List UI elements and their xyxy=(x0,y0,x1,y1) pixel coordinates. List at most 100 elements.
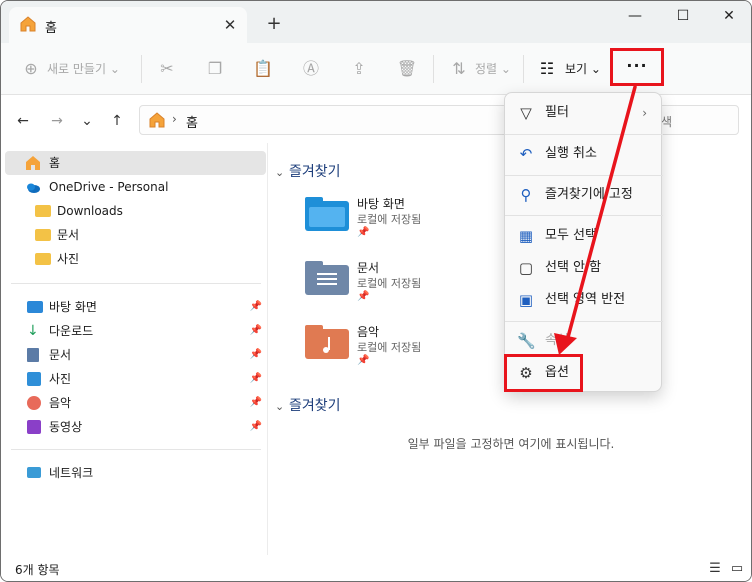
sidebar-item-label: 다운로드 xyxy=(49,324,94,338)
menu-item-label: 필터 xyxy=(545,105,569,120)
breadcrumb-chevron-icon: › xyxy=(172,112,177,126)
favorite-title: 음악 xyxy=(357,325,380,339)
menu-item-invert-selection[interactable]: ▣ 선택 영역 반전 xyxy=(509,284,659,316)
new-tab-button[interactable]: + xyxy=(263,13,285,35)
breadcrumb-home[interactable]: 홈 xyxy=(186,112,198,131)
chevron-down-icon: ⌄ xyxy=(275,166,285,179)
sidebar-item-onedrive[interactable]: OneDrive - Personal xyxy=(5,175,266,199)
see-more-menu: ▽ 필터 › ↶ 실행 취소 ⚲ 즐겨찾기에 고정 ▦ 모두 선택 ▢ 선택 안… xyxy=(504,92,663,392)
new-button[interactable]: 새로 만들기 ⌄ xyxy=(47,57,120,81)
menu-item-label: 선택 영역 반전 xyxy=(545,292,626,307)
home-icon xyxy=(20,16,36,32)
navigation-pane: 홈 OneDrive - Personal Downloads 문서 사진 바탕… xyxy=(1,143,268,555)
sidebar-item-pictures[interactable]: 사진 📌 xyxy=(5,367,266,391)
sort-icon: ⇅ xyxy=(452,59,466,78)
search-placeholder: 색 xyxy=(660,115,672,129)
sidebar-item-label: 홈 xyxy=(49,156,61,170)
filter-icon: ▽ xyxy=(520,104,532,122)
sidebar-item-pictures-folder[interactable]: 사진 xyxy=(5,247,266,271)
favorite-item-desktop[interactable]: 바탕 화면 로컬에 저장됨 📌 xyxy=(305,193,505,245)
sidebar-item-label: 음악 xyxy=(49,396,72,410)
sidebar-item-network[interactable]: 네트워크 xyxy=(5,461,266,485)
chevron-right-icon: › xyxy=(642,106,647,120)
sidebar-item-label: 동영상 xyxy=(49,420,83,434)
menu-divider xyxy=(505,215,663,216)
network-icon xyxy=(27,467,41,478)
menu-item-undo[interactable]: ↶ 실행 취소 xyxy=(509,138,659,170)
menu-divider xyxy=(505,134,663,135)
favorite-title: 바탕 화면 xyxy=(357,197,405,211)
sidebar-item-label: OneDrive - Personal xyxy=(49,180,169,194)
view-label: 보기 xyxy=(565,62,588,76)
menu-item-select-all[interactable]: ▦ 모두 선택 xyxy=(509,220,659,252)
pin-icon: 📌 xyxy=(249,301,262,312)
section-title: 즐겨찾기 xyxy=(289,398,341,414)
details-view-icon[interactable]: ☰ xyxy=(707,561,723,577)
chevron-down-icon: ⌄ xyxy=(275,400,285,413)
share-icon[interactable]: ⇪ xyxy=(347,57,371,81)
forward-arrow-icon[interactable]: → xyxy=(47,111,67,131)
menu-item-label: 즐겨찾기에 고정 xyxy=(545,187,633,202)
picture-icon xyxy=(27,372,41,386)
menu-item-select-none[interactable]: ▢ 선택 안 함 xyxy=(509,252,659,284)
sidebar-item-music[interactable]: 음악 📌 xyxy=(5,391,266,415)
sort-button[interactable]: 정렬 ⌄ xyxy=(475,57,511,81)
copy-icon[interactable]: ❐ xyxy=(203,57,227,81)
sidebar-item-downloads[interactable]: ↓ 다운로드 📌 xyxy=(5,319,266,343)
tab-title: 홈 xyxy=(45,21,57,36)
favorite-title: 문서 xyxy=(357,261,380,275)
desktop-folder-icon xyxy=(305,197,349,231)
delete-icon[interactable]: 🗑 xyxy=(395,57,419,81)
document-icon xyxy=(27,348,39,362)
sidebar-item-documents-folder[interactable]: 문서 xyxy=(5,223,266,247)
rename-icon[interactable]: Ⓐ xyxy=(299,57,323,81)
maximize-button[interactable]: ☐ xyxy=(659,1,707,31)
see-more-highlight-box xyxy=(610,48,664,86)
status-bar: 6개 항목 ☰ ▭ xyxy=(1,555,751,581)
sidebar-item-label: Downloads xyxy=(57,204,123,218)
sidebar-item-desktop[interactable]: 바탕 화면 📌 xyxy=(5,295,266,319)
sidebar-item-documents[interactable]: 문서 📌 xyxy=(5,343,266,367)
tab-close-icon[interactable]: ✕ xyxy=(219,14,241,36)
sidebar-item-label: 문서 xyxy=(57,228,80,242)
minimize-button[interactable]: — xyxy=(611,1,659,31)
favorite-status: 로컬에 저장됨 xyxy=(357,213,422,226)
favorite-status: 로컬에 저장됨 xyxy=(357,277,422,290)
undo-icon: ↶ xyxy=(519,145,533,163)
favorite-item-documents[interactable]: 문서 로컬에 저장됨 📌 xyxy=(305,257,505,309)
pin-icon: 📌 xyxy=(249,325,262,336)
menu-item-pin-to-quick-access[interactable]: ⚲ 즐겨찾기에 고정 xyxy=(509,179,659,211)
view-button[interactable]: 보기 ⌄ xyxy=(565,57,601,81)
section-title: 즐겨찾기 xyxy=(289,164,341,180)
pin-icon: 📌 xyxy=(357,227,370,238)
favorite-item-music[interactable]: 음악 로컬에 저장됨 📌 xyxy=(305,321,505,373)
sidebar-item-label: 문서 xyxy=(49,348,72,362)
sidebar-item-home[interactable]: 홈 xyxy=(5,151,266,175)
menu-item-filter[interactable]: ▽ 필터 › xyxy=(509,97,659,129)
pin-icon: 📌 xyxy=(357,355,370,366)
favorites-section-header[interactable]: ⌄ 즐겨찾기 xyxy=(275,161,341,181)
recent-chevron-down-icon[interactable]: ⌄ xyxy=(77,111,97,131)
favorite-status: 로컬에 저장됨 xyxy=(357,341,422,354)
video-icon xyxy=(27,420,41,434)
cut-icon[interactable]: ✂ xyxy=(155,57,179,81)
sidebar-divider xyxy=(11,283,261,284)
address-bar[interactable]: › 홈 xyxy=(139,105,559,135)
file-explorer-window: 홈 ✕ + — ☐ ✕ ⊕ 새로 만들기 ⌄ ✂ ❐ 📋 Ⓐ ⇪ 🗑 ⇅ 정렬 … xyxy=(0,0,752,582)
sort-label: 정렬 xyxy=(475,62,498,76)
close-window-button[interactable]: ✕ xyxy=(705,1,751,31)
back-arrow-icon[interactable]: ← xyxy=(13,111,33,131)
tab-home[interactable]: 홈 ✕ xyxy=(9,7,247,43)
sidebar-item-downloads-folder[interactable]: Downloads xyxy=(5,199,266,223)
sidebar-item-videos[interactable]: 동영상 📌 xyxy=(5,415,266,439)
pinned-section-header[interactable]: ⌄ 즐겨찾기 xyxy=(275,395,341,415)
menu-item-properties: 🔧 속성 xyxy=(509,325,659,357)
tiles-view-icon[interactable]: ▭ xyxy=(729,561,745,577)
toolbar-divider xyxy=(433,55,434,83)
paste-icon[interactable]: 📋 xyxy=(251,57,275,81)
sidebar-item-label: 사진 xyxy=(57,252,80,266)
home-icon xyxy=(149,112,165,128)
pin-icon: 📌 xyxy=(249,373,262,384)
wrench-icon: 🔧 xyxy=(517,332,536,350)
up-arrow-icon[interactable]: ↑ xyxy=(107,111,127,131)
